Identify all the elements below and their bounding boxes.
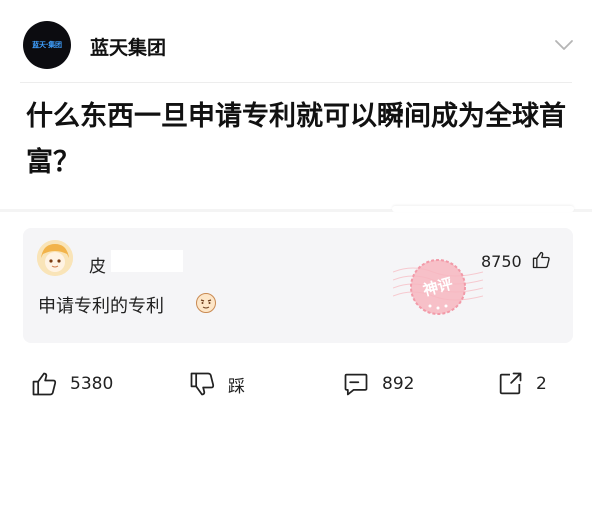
- comment-button[interactable]: 892: [342, 364, 414, 404]
- action-bar: 5380 踩 892 2: [0, 364, 592, 404]
- thumbs-up-icon[interactable]: [531, 250, 551, 270]
- comment-icon: [344, 373, 368, 396]
- account-avatar[interactable]: 蓝天·集团: [23, 21, 71, 69]
- header-divider: [20, 82, 572, 83]
- like-count: 5380: [70, 374, 114, 394]
- comment-author-avatar[interactable]: [37, 240, 73, 276]
- dislike-button[interactable]: 踩: [188, 364, 245, 404]
- share-icon: [499, 372, 522, 395]
- god-comment-stamp: 神评: [393, 259, 483, 315]
- comment-like-count: 8750: [481, 252, 522, 271]
- dislike-label: 踩: [228, 376, 245, 397]
- thumbs-down-icon: [190, 372, 215, 396]
- share-count: 2: [536, 374, 547, 394]
- account-name[interactable]: 蓝天集团: [90, 33, 166, 60]
- account-header: 蓝天·集团 蓝天集团: [0, 0, 592, 82]
- comment-author-name[interactable]: 皮: [89, 252, 106, 277]
- smile-emoji-icon: [196, 293, 216, 313]
- chevron-down-icon[interactable]: [554, 38, 574, 52]
- comment-count: 892: [382, 374, 415, 394]
- answer-card-edge: [392, 206, 574, 212]
- thumbs-up-icon: [32, 372, 57, 396]
- logo-text: 蓝天·集团: [32, 41, 62, 49]
- question-title[interactable]: 什么东西一旦申请专利就可以瞬间成为全球首富？: [26, 94, 574, 186]
- like-button[interactable]: 5380: [30, 364, 113, 404]
- comment-text: 申请专利的专利: [38, 296, 164, 317]
- share-button[interactable]: 2: [496, 364, 547, 404]
- top-comment-card[interactable]: 神评 皮 8750 申请专利的专利: [23, 228, 573, 343]
- redaction-mask: [111, 250, 183, 272]
